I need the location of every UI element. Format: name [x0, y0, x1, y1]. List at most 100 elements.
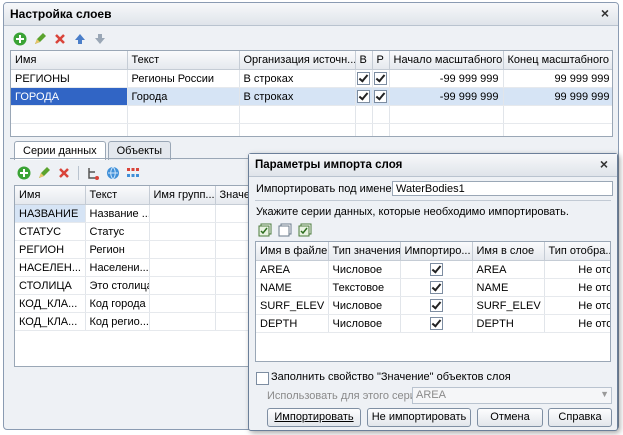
column-header[interactable]: Р — [372, 51, 390, 70]
row-checkbox[interactable] — [374, 72, 387, 85]
row-checkbox[interactable] — [429, 317, 443, 330]
scale-start-cell[interactable]: -99 999 999 — [389, 69, 504, 88]
color-dots-icon[interactable] — [125, 165, 141, 181]
table-row[interactable]: НАСЕЛЕН... Населени... — [15, 258, 263, 277]
value-type-cell[interactable]: Числовое — [328, 314, 401, 333]
column-header[interactable]: Тип отобра... — [544, 242, 610, 261]
delete-icon[interactable] — [56, 165, 72, 181]
move-down-icon[interactable] — [92, 31, 108, 47]
file-name-cell[interactable]: AREA — [256, 260, 329, 279]
delete-icon[interactable] — [52, 31, 68, 47]
layer-name-cell[interactable]: DEPTH — [472, 314, 545, 333]
no-import-button[interactable]: Не импортировать — [367, 408, 471, 427]
column-header[interactable]: В — [355, 51, 373, 70]
editable-cell[interactable] — [372, 69, 390, 88]
layer-name-cell[interactable]: AREA — [472, 260, 545, 279]
import-flag-cell[interactable] — [400, 314, 473, 333]
import-globe-icon[interactable] — [105, 165, 121, 181]
scale-start-cell[interactable]: -99 999 999 — [389, 87, 504, 106]
column-header[interactable]: Имя в файле — [256, 242, 329, 261]
layer-text-cell[interactable]: Регионы России — [127, 69, 240, 88]
cancel-button[interactable]: Отмена — [477, 408, 543, 427]
series-group-cell[interactable] — [149, 258, 216, 277]
column-header[interactable]: Имя — [15, 186, 86, 205]
row-checkbox[interactable] — [429, 263, 443, 276]
series-name-cell[interactable]: НАЗВАНИЕ — [15, 204, 86, 223]
scale-end-cell[interactable]: 99 999 999 — [503, 87, 612, 106]
series-group-cell[interactable] — [149, 204, 216, 223]
series-text-cell[interactable]: Населени... — [85, 258, 150, 277]
layer-source-cell[interactable]: В строках — [239, 69, 356, 88]
scale-end-cell[interactable]: 99 999 999 — [503, 69, 612, 88]
hierarchy-icon[interactable] — [85, 165, 101, 181]
column-header[interactable]: Имя групп... — [149, 186, 216, 205]
column-header[interactable]: Начало масштабного... — [389, 51, 504, 70]
table-row[interactable]: DEPTHЧисловоеDEPTHНе ото... — [256, 314, 610, 333]
column-header[interactable]: Тип значения — [328, 242, 401, 261]
row-checkbox[interactable] — [429, 281, 443, 294]
table-row[interactable]: СТОЛИЦА Это столица — [15, 276, 263, 295]
help-button[interactable]: Справка — [548, 408, 612, 427]
table-row[interactable]: КОД_КЛА... Код города — [15, 294, 263, 313]
series-text-cell[interactable]: Это столица — [85, 276, 150, 295]
import-flag-cell[interactable] — [400, 260, 473, 279]
file-name-cell[interactable]: DEPTH — [256, 314, 329, 333]
series-group-cell[interactable] — [149, 240, 216, 259]
layer-source-cell[interactable]: В строках — [239, 87, 356, 106]
visible-cell[interactable] — [355, 69, 373, 88]
series-text-cell[interactable]: Код регио... — [85, 312, 150, 331]
file-name-cell[interactable]: SURF_ELEV — [256, 296, 329, 315]
table-row[interactable]: РЕГИОН Регион — [15, 240, 263, 259]
display-type-cell[interactable]: Не ото... — [544, 260, 610, 279]
column-header[interactable]: Текст — [127, 51, 240, 70]
edit-pencil-icon[interactable] — [32, 31, 48, 47]
column-header[interactable]: Имя в слое — [472, 242, 545, 261]
table-row[interactable]: НАЗВАНИЕ Название ... — [15, 204, 263, 223]
series-group-cell[interactable] — [149, 294, 216, 313]
visible-cell[interactable] — [355, 87, 373, 106]
display-type-cell[interactable]: Не ото... — [544, 314, 610, 333]
layer-name-cell[interactable]: РЕГИОНЫ — [11, 69, 128, 88]
column-header[interactable]: Организация источн... — [239, 51, 356, 70]
table-row[interactable]: NAMEТекстовоеNAMEНе ото... — [256, 278, 610, 297]
invert-check-icon[interactable] — [297, 222, 313, 238]
column-header[interactable]: Текст — [85, 186, 150, 205]
table-row[interactable]: AREAЧисловоеAREAНе ото... — [256, 260, 610, 279]
import-flag-cell[interactable] — [400, 296, 473, 315]
series-text-cell[interactable]: Код города — [85, 294, 150, 313]
fill-value-checkbox[interactable] — [256, 372, 269, 385]
table-row[interactable]: КОД_КЛА... Код регио... — [15, 312, 263, 331]
display-type-cell[interactable]: Не ото... — [544, 278, 610, 297]
series-group-cell[interactable] — [149, 276, 216, 295]
series-group-cell[interactable] — [149, 222, 216, 241]
add-icon[interactable] — [12, 31, 28, 47]
table-row[interactable]: ГОРОДА Города В строках -99 999 999 99 999 9… — [11, 87, 612, 106]
editable-cell[interactable] — [372, 87, 390, 106]
add-icon[interactable] — [16, 165, 32, 181]
check-all-icon[interactable] — [257, 222, 273, 238]
table-row[interactable]: SURF_ELEVЧисловоеSURF_ELEVНе ото... — [256, 296, 610, 315]
edit-pencil-icon[interactable] — [36, 165, 52, 181]
row-checkbox[interactable] — [429, 299, 443, 312]
layer-text-cell[interactable]: Города — [127, 87, 240, 106]
move-up-icon[interactable] — [72, 31, 88, 47]
series-name-cell[interactable]: СТОЛИЦА — [15, 276, 86, 295]
row-checkbox[interactable] — [357, 90, 370, 103]
series-name-cell[interactable]: КОД_КЛА... — [15, 312, 86, 331]
close-icon[interactable]: × — [597, 157, 611, 171]
value-type-cell[interactable]: Числовое — [328, 260, 401, 279]
table-row[interactable]: СТАТУС Статус — [15, 222, 263, 241]
series-text-cell[interactable]: Регион — [85, 240, 150, 259]
series-text-cell[interactable]: Статус — [85, 222, 150, 241]
series-group-cell[interactable] — [149, 312, 216, 331]
series-name-cell[interactable]: НАСЕЛЕН... — [15, 258, 86, 277]
import-button[interactable]: Импортировать — [267, 408, 361, 427]
file-name-cell[interactable]: NAME — [256, 278, 329, 297]
row-checkbox[interactable] — [374, 90, 387, 103]
import-flag-cell[interactable] — [400, 278, 473, 297]
series-name-cell[interactable]: КОД_КЛА... — [15, 294, 86, 313]
layer-name-cell[interactable]: NAME — [472, 278, 545, 297]
row-checkbox[interactable] — [357, 72, 370, 85]
import-as-input[interactable] — [392, 181, 613, 196]
uncheck-all-icon[interactable] — [277, 222, 293, 238]
